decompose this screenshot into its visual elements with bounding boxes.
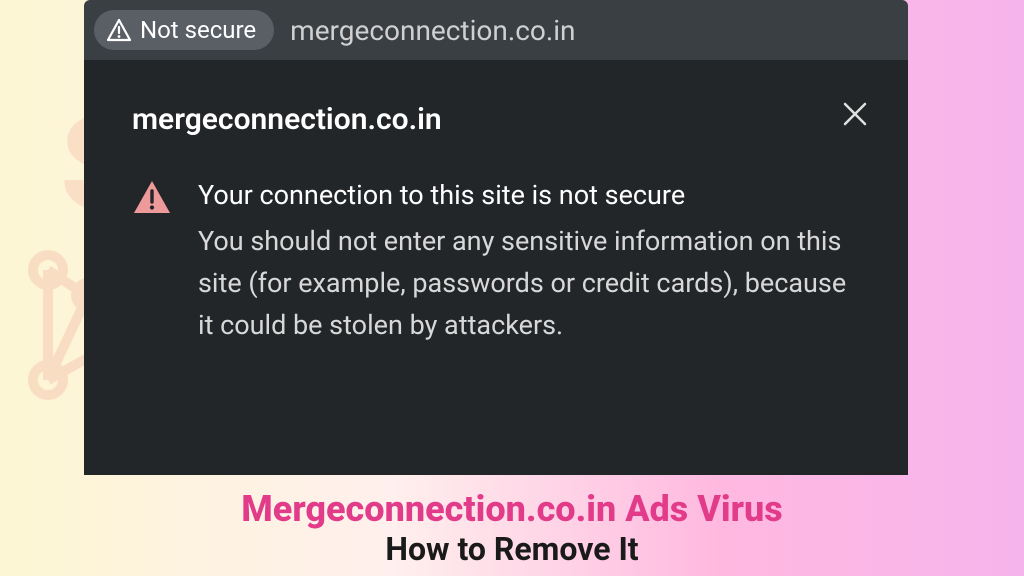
close-icon xyxy=(842,101,868,127)
warning-body: You should not enter any sensitive infor… xyxy=(198,225,846,341)
warning-heading: Your connection to this site is not secu… xyxy=(198,175,860,217)
browser-window: Not secure mergeconnection.co.in mergeco… xyxy=(84,0,908,475)
address-bar: Not secure mergeconnection.co.in xyxy=(84,0,908,60)
caption-title: Mergeconnection.co.in Ads Virus xyxy=(0,488,1024,530)
security-chip-label: Not secure xyxy=(140,16,256,44)
warning-triangle-icon xyxy=(132,179,172,215)
warning-icon-wrap xyxy=(132,179,172,219)
warning-triangle-icon xyxy=(106,18,132,42)
caption: Mergeconnection.co.in Ads Virus How to R… xyxy=(0,488,1024,568)
security-chip[interactable]: Not secure xyxy=(94,10,274,50)
warning-row: Your connection to this site is not secu… xyxy=(132,175,860,346)
caption-subtitle: How to Remove It xyxy=(0,530,1024,568)
warning-text: Your connection to this site is not secu… xyxy=(198,175,860,346)
address-url[interactable]: mergeconnection.co.in xyxy=(284,14,575,47)
panel-host: mergeconnection.co.in xyxy=(132,102,860,137)
close-button[interactable] xyxy=(842,100,868,135)
site-security-panel: mergeconnection.co.in Your connection to… xyxy=(84,60,908,475)
